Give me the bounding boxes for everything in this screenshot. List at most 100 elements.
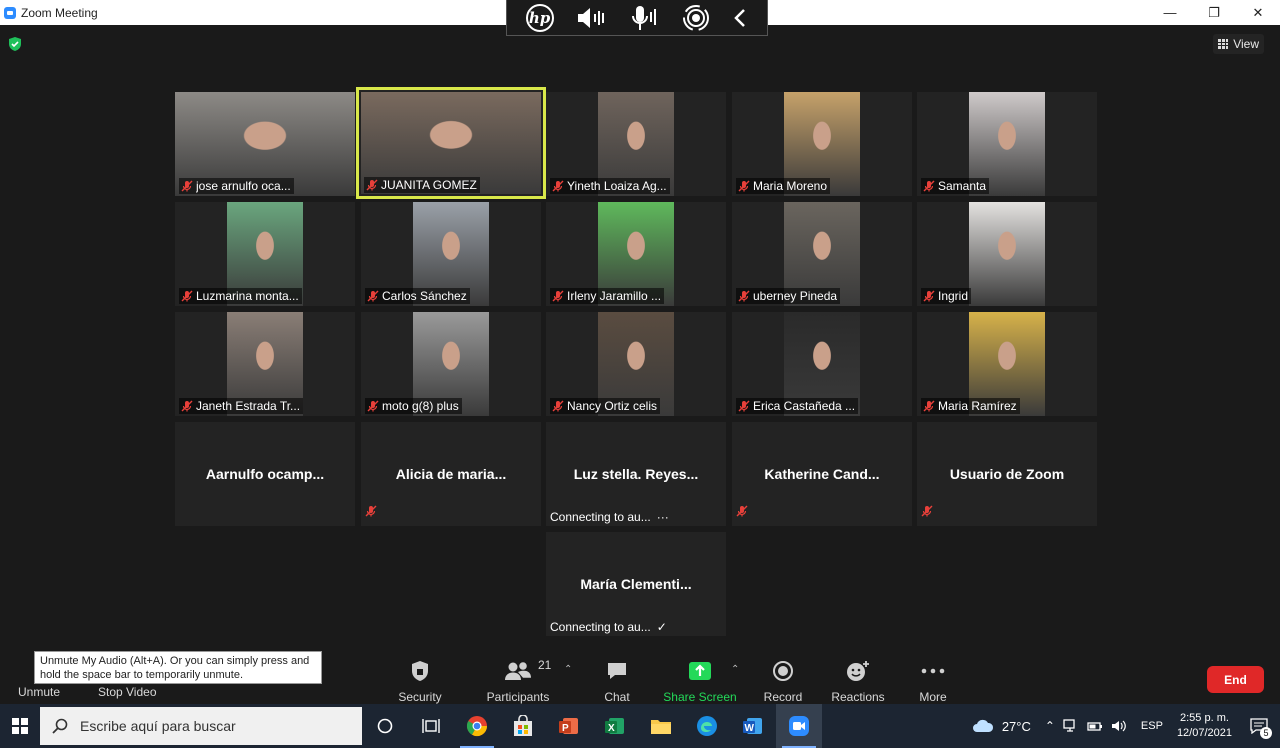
participant-name: moto g(8) plus [382,399,459,413]
participant-tile[interactable]: Samanta [917,92,1097,196]
taskbar-powerpoint[interactable]: P [546,704,592,748]
participant-tile[interactable]: Maria Ramírez [917,312,1097,416]
mic-muted-icon [366,179,378,191]
notification-count: 5 [1260,727,1272,739]
reactions-button[interactable]: Reactions [818,658,898,704]
audio-only-tile[interactable]: Alicia de maria... [361,422,541,526]
participant-tile[interactable]: Nancy Ortiz celis [546,312,726,416]
participant-name-tag: Irleny Jaramillo ... [550,288,665,304]
mic-muted-icon [181,180,193,192]
window-title: Zoom Meeting [21,5,98,20]
participant-name: Usuario de Zoom [949,466,1065,482]
audio-only-tile[interactable]: María Clementi... Connecting to au... ✓ [546,532,726,636]
security-button[interactable]: Security [380,658,460,704]
audio-only-tile[interactable]: Katherine Cand... [732,422,912,526]
speaker-volume-icon[interactable] [575,5,607,31]
unmute-button[interactable]: Unmute [18,685,60,699]
weather-cloud-icon[interactable] [972,718,994,734]
participant-tile[interactable]: Ingrid [917,202,1097,306]
participant-name-tag: Janeth Estrada Tr... [179,398,304,414]
mic-muted-icon [921,505,933,517]
stop-video-button[interactable]: Stop Video [98,685,157,699]
battery-icon[interactable] [1087,720,1103,732]
connecting-status: Connecting to au... ··· [550,510,669,524]
chat-button[interactable]: Chat [577,658,657,704]
zoom-app-icon [4,6,16,19]
more-button[interactable]: More [893,658,973,704]
taskbar-file-explorer[interactable] [638,704,684,748]
participants-button[interactable]: 21 Participants [478,658,558,704]
participant-tile[interactable]: Maria Moreno [732,92,912,196]
participant-tile[interactable]: moto g(8) plus [361,312,541,416]
microphone-level-icon[interactable] [628,4,660,32]
participant-tile[interactable]: Erica Castañeda ... [732,312,912,416]
restore-button[interactable]: ❐ [1192,0,1236,25]
participant-name-tag: jose arnulfo oca... [179,178,294,194]
view-button[interactable]: View [1213,34,1264,54]
record-icon [773,661,793,681]
unmute-tooltip: Unmute My Audio (Alt+A). Or you can simp… [34,651,322,684]
mic-muted-icon [181,290,193,302]
mic-muted-indicator [365,504,380,522]
mic-muted-indicator [921,504,936,522]
grid-view-icon [1218,39,1229,49]
participant-name: Nancy Ortiz celis [567,399,658,413]
taskbar-excel[interactable]: X [592,704,638,748]
participant-tile[interactable]: Yineth Loaiza Ag... [546,92,726,196]
search-placeholder: Escribe aquí para buscar [80,718,236,734]
taskbar-store[interactable] [500,704,546,748]
keyboard-language[interactable]: ESP [1141,720,1163,732]
participant-name: Katherine Cand... [764,466,880,482]
participant-name: jose arnulfo oca... [196,179,291,193]
participant-tile[interactable]: Janeth Estrada Tr... [175,312,355,416]
temperature[interactable]: 27°C [1002,719,1031,734]
participant-tile[interactable]: Carlos Sánchez [361,202,541,306]
security-shield-icon[interactable] [9,37,21,51]
cortana-button[interactable] [362,704,408,748]
audio-only-tile[interactable]: Aarnulfo ocamp... [175,422,355,526]
mic-muted-icon [738,400,750,412]
mic-muted-icon [552,290,564,302]
notifications-button[interactable]: 5 [1244,711,1274,741]
taskbar-search[interactable]: Escribe aquí para buscar [40,707,362,745]
svg-text:W: W [745,723,755,734]
record-button[interactable]: Record [743,658,823,704]
mic-muted-icon [736,505,748,517]
participant-name: Ingrid [938,289,969,303]
clock[interactable]: 2:55 p. m. 12/07/2021 [1177,711,1232,741]
audio-only-tile[interactable]: Luz stella. Reyes... Connecting to au... ·… [546,422,726,526]
taskbar-zoom[interactable] [776,704,822,748]
volume-icon[interactable] [1111,719,1127,733]
task-view-button[interactable] [408,704,454,748]
start-button[interactable] [0,704,40,748]
participant-tile[interactable]: uberney Pineda [732,202,912,306]
participant-tile[interactable]: Luzmarina monta... [175,202,355,306]
chat-icon [608,663,626,679]
participant-tile[interactable]: Irleny Jaramillo ... [546,202,726,306]
close-button[interactable]: ✕ [1236,0,1280,25]
participant-video [969,202,1045,306]
taskbar-word[interactable]: W [730,704,776,748]
word-icon: W [743,718,762,734]
clock-time: 2:55 p. m. [1180,712,1229,724]
participant-name: Carlos Sánchez [382,289,467,303]
taskbar-edge[interactable] [684,704,730,748]
system-tray: 27°C ⌃ ESP 2:55 p. m. 12/07/2021 5 [972,704,1280,748]
chrome-icon [466,716,488,737]
network-icon[interactable] [1063,719,1079,733]
mic-muted-icon [552,400,564,412]
tray-expand-icon[interactable]: ⌃ [1045,719,1055,733]
record-label: Record [763,690,803,704]
share-caret-icon[interactable]: ⌃ [731,664,739,675]
participant-tile[interactable]: JUANITA GOMEZ [356,87,546,199]
participants-caret-icon[interactable]: ⌃ [564,664,572,675]
end-meeting-button[interactable]: End [1207,666,1264,693]
share-screen-button[interactable]: Share Screen [660,658,740,704]
chevron-left-icon[interactable] [732,7,748,29]
participant-tile[interactable]: jose arnulfo oca... [175,92,355,196]
audio-only-tile[interactable]: Usuario de Zoom [917,422,1097,526]
svg-text:P: P [562,723,569,734]
broadcast-icon[interactable] [681,4,711,32]
taskbar-chrome[interactable] [454,704,500,748]
minimize-button[interactable]: — [1148,0,1192,25]
